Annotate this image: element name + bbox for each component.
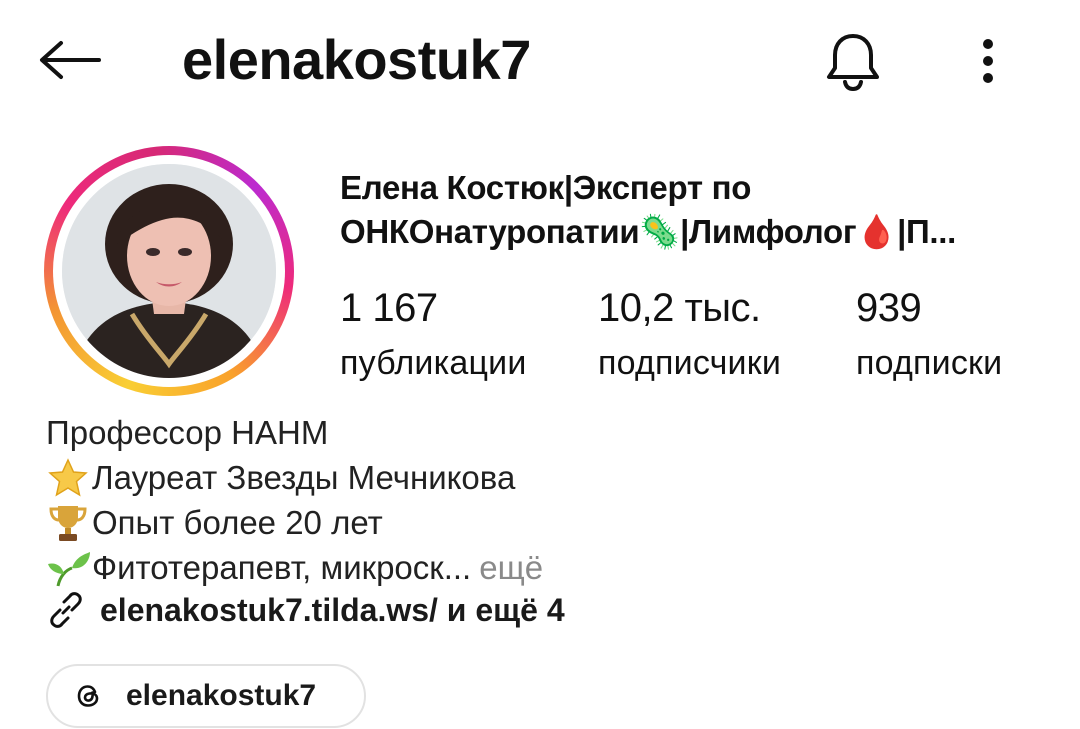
avatar xyxy=(62,164,276,378)
stat-posts[interactable]: 1 167 публикации xyxy=(340,284,527,386)
stat-followers[interactable]: 10,2 тыс. подписчики xyxy=(598,284,781,386)
stat-following[interactable]: 939 подписки xyxy=(856,284,1002,386)
bell-icon xyxy=(827,34,879,92)
avatar-photo-icon xyxy=(62,164,276,378)
bio-more-link[interactable]: ещё xyxy=(479,545,543,590)
bio-line: Профессор НАНМ xyxy=(46,410,1026,455)
stat-posts-label: публикации xyxy=(340,344,527,382)
stat-followers-label: подписчики xyxy=(598,344,782,382)
seedling-icon xyxy=(48,551,90,586)
bio-line-text: Опыт более 20 лет xyxy=(92,504,383,541)
bio-line-text: Профессор НАНМ xyxy=(46,414,329,451)
bio-line: Опыт более 20 лет xyxy=(46,500,1026,545)
bio-line-text: Фитотерапевт, микроск... xyxy=(92,549,472,586)
profile-bio: Профессор НАНМ Лауреат Звезды Мечникова … xyxy=(46,410,1026,590)
stat-posts-count: 1 167 xyxy=(340,286,438,330)
bio-line: Лауреат Звезды Мечникова xyxy=(46,455,1026,500)
avatar-ring-gap xyxy=(53,155,285,387)
threads-profile-button[interactable]: elenakostuk7 xyxy=(46,664,366,728)
stat-following-label: подписки xyxy=(856,344,1003,382)
top-bar: elenakostuk7 xyxy=(0,0,1080,120)
more-options-button[interactable] xyxy=(962,30,1014,92)
more-vertical-icon xyxy=(983,39,993,83)
link-icon xyxy=(50,592,82,628)
notifications-button[interactable] xyxy=(818,30,888,92)
arrow-left-icon xyxy=(40,41,101,79)
star-icon xyxy=(48,457,88,497)
profile-link[interactable]: elenakostuk7.tilda.ws/ и ещё 4 xyxy=(46,590,565,630)
profile-full-name: Елена Костюк|Эксперт по ОНКОнатуропатии🦠… xyxy=(340,169,957,250)
profile-username-title: elenakostuk7 xyxy=(182,28,531,91)
stat-following-count: 939 xyxy=(856,286,922,330)
threads-username: elenakostuk7 xyxy=(126,679,317,712)
profile-link-text: elenakostuk7.tilda.ws/ и ещё 4 xyxy=(100,591,565,628)
back-button[interactable] xyxy=(34,34,104,86)
profile-avatar-story-ring[interactable] xyxy=(44,146,294,396)
bio-line: Фитотерапевт, микроск... ещё xyxy=(46,545,1026,590)
threads-icon xyxy=(77,685,99,707)
trophy-icon xyxy=(49,505,87,541)
stat-followers-count: 10,2 тыс. xyxy=(598,286,761,330)
bio-line-text: Лауреат Звезды Мечникова xyxy=(92,459,516,496)
